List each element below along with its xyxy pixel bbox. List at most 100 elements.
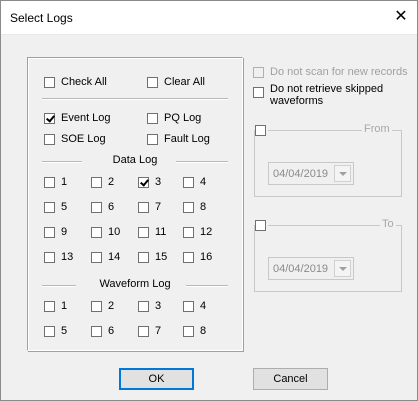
data-log-14-box[interactable]	[91, 251, 102, 263]
no-scan-checkbox[interactable]: Do not scan for new records	[253, 66, 408, 78]
title-bar: Select Logs ✕	[1, 1, 417, 34]
no-retrieve-box[interactable]	[253, 87, 264, 98]
soe-log-checkbox[interactable]: SOE Log	[44, 133, 106, 145]
fault-log-box[interactable]	[147, 133, 158, 145]
clear-all-box[interactable]	[147, 76, 158, 88]
data-log-4-label: 4	[200, 176, 207, 188]
fault-log-label: Fault Log	[164, 133, 210, 145]
to-label: To	[380, 218, 396, 230]
soe-log-box[interactable]	[44, 133, 55, 145]
data-log-rule-right	[176, 161, 228, 163]
waveform-log-7-checkbox[interactable]: 7	[138, 325, 161, 337]
data-log-14-label: 14	[108, 251, 121, 263]
no-scan-box[interactable]	[253, 66, 264, 78]
select-logs-dialog: Select Logs ✕ Check All Clear All Event …	[0, 0, 418, 401]
data-log-9-checkbox[interactable]: 9	[44, 226, 67, 238]
data-log-3-box[interactable]	[138, 176, 149, 188]
data-log-8-label: 8	[200, 201, 207, 213]
data-log-14-checkbox[interactable]: 14	[91, 251, 120, 263]
data-log-4-box[interactable]	[183, 176, 194, 188]
data-log-7-box[interactable]	[138, 201, 149, 213]
close-icon[interactable]: ✕	[389, 6, 413, 28]
no-scan-label: Do not scan for new records	[270, 66, 408, 78]
cancel-button[interactable]: Cancel	[253, 368, 328, 390]
check-all-box[interactable]	[44, 76, 55, 88]
to-date-picker[interactable]: 04/04/2019	[268, 257, 354, 280]
data-log-6-checkbox[interactable]: 6	[91, 201, 114, 213]
waveform-log-1-checkbox[interactable]: 1	[44, 300, 67, 312]
event-log-checkbox[interactable]: Event Log	[44, 112, 111, 124]
data-log-9-box[interactable]	[44, 226, 55, 238]
waveform-log-7-label: 7	[155, 325, 162, 337]
waveform-log-2-checkbox[interactable]: 2	[91, 300, 114, 312]
waveform-log-6-label: 6	[108, 325, 115, 337]
waveform-log-2-box[interactable]	[91, 300, 102, 312]
from-enable-box[interactable]	[255, 125, 266, 136]
window-title: Select Logs	[10, 11, 73, 25]
waveform-log-1-box[interactable]	[44, 300, 55, 312]
from-date-picker[interactable]: 04/04/2019	[268, 162, 354, 185]
data-log-2-box[interactable]	[91, 176, 102, 188]
waveform-log-5-box[interactable]	[44, 325, 55, 337]
data-log-16-box[interactable]	[183, 251, 194, 263]
pq-log-checkbox[interactable]: PQ Log	[147, 112, 201, 124]
data-log-11-checkbox[interactable]: 11	[138, 226, 166, 238]
data-log-5-checkbox[interactable]: 5	[44, 201, 67, 213]
soe-log-label: SOE Log	[61, 133, 106, 145]
waveform-log-4-box[interactable]	[183, 300, 194, 312]
data-log-1-checkbox[interactable]: 1	[44, 176, 67, 188]
data-log-15-box[interactable]	[138, 251, 149, 263]
event-log-box[interactable]	[44, 112, 55, 124]
pq-log-box[interactable]	[147, 112, 158, 124]
from-enable-checkbox[interactable]	[255, 125, 268, 136]
waveform-log-3-checkbox[interactable]: 3	[138, 300, 161, 312]
data-log-3-checkbox[interactable]: 3	[138, 176, 161, 188]
waveform-log-5-checkbox[interactable]: 5	[44, 325, 67, 337]
waveform-log-rule-right	[186, 285, 228, 287]
waveform-log-1-label: 1	[61, 300, 68, 312]
to-date-value: 04/04/2019	[273, 263, 329, 275]
waveform-log-6-checkbox[interactable]: 6	[91, 325, 114, 337]
waveform-log-7-box[interactable]	[138, 325, 149, 337]
data-log-6-box[interactable]	[91, 201, 102, 213]
data-log-11-box[interactable]	[138, 226, 149, 238]
data-log-2-checkbox[interactable]: 2	[91, 176, 114, 188]
data-log-5-label: 5	[61, 201, 68, 213]
to-dropdown-icon[interactable]	[334, 260, 351, 277]
waveform-log-8-checkbox[interactable]: 8	[183, 325, 206, 337]
data-log-10-box[interactable]	[91, 226, 102, 238]
waveform-log-5-label: 5	[61, 325, 68, 337]
waveform-log-8-box[interactable]	[183, 325, 194, 337]
data-log-3-label: 3	[155, 176, 162, 188]
data-log-15-checkbox[interactable]: 15	[138, 251, 167, 263]
data-log-13-box[interactable]	[44, 251, 55, 263]
data-log-12-checkbox[interactable]: 12	[183, 226, 212, 238]
data-log-10-checkbox[interactable]: 10	[91, 226, 120, 238]
data-log-11-label: 11	[155, 226, 167, 238]
data-log-16-label: 16	[200, 251, 213, 263]
ok-button[interactable]: OK	[119, 368, 194, 390]
waveform-log-3-box[interactable]	[138, 300, 149, 312]
data-log-4-checkbox[interactable]: 4	[183, 176, 206, 188]
waveform-log-6-box[interactable]	[91, 325, 102, 337]
data-log-1-box[interactable]	[44, 176, 55, 188]
data-log-7-checkbox[interactable]: 7	[138, 201, 161, 213]
pq-log-label: PQ Log	[164, 112, 202, 124]
fault-log-checkbox[interactable]: Fault Log	[147, 133, 210, 145]
data-log-12-box[interactable]	[183, 226, 194, 238]
clear-all-checkbox[interactable]: Clear All	[147, 76, 205, 88]
to-enable-box[interactable]	[255, 220, 266, 231]
waveform-log-8-label: 8	[200, 325, 207, 337]
data-log-13-checkbox[interactable]: 13	[44, 251, 73, 263]
waveform-log-4-checkbox[interactable]: 4	[183, 300, 206, 312]
data-log-5-box[interactable]	[44, 201, 55, 213]
no-retrieve-label-line1: Do not retrieve skipped	[270, 83, 384, 95]
no-retrieve-checkbox[interactable]: Do not retrieve skipped waveforms	[253, 83, 383, 107]
data-log-8-box[interactable]	[183, 201, 194, 213]
data-log-16-checkbox[interactable]: 16	[183, 251, 212, 263]
log-selection-panel: Check All Clear All Event Log PQ Log SOE…	[27, 57, 243, 351]
to-enable-checkbox[interactable]	[255, 220, 268, 231]
check-all-checkbox[interactable]: Check All	[44, 76, 107, 88]
data-log-8-checkbox[interactable]: 8	[183, 201, 206, 213]
from-dropdown-icon[interactable]	[334, 165, 351, 182]
